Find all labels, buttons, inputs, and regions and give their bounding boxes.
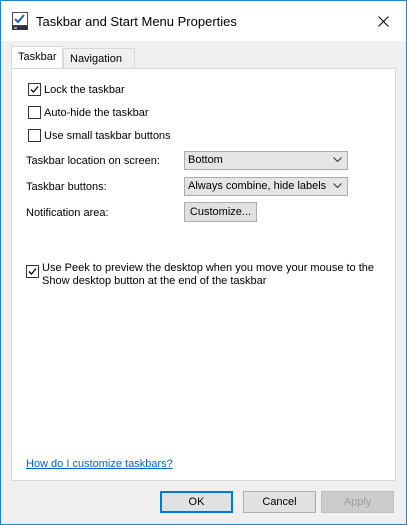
notification-area-label: Notification area: bbox=[26, 207, 109, 219]
taskbar-buttons-value: Always combine, hide labels bbox=[188, 180, 327, 192]
chevron-down-icon bbox=[333, 157, 342, 163]
peek-label-line1: Use Peek to preview the desktop when you… bbox=[42, 262, 375, 274]
peek-label-line2: Show desktop button at the end of the ta… bbox=[42, 275, 267, 287]
taskbar-buttons-select[interactable]: Always combine, hide labels bbox=[184, 177, 348, 196]
lock-taskbar-checkbox[interactable] bbox=[28, 83, 41, 96]
ok-button[interactable]: OK bbox=[160, 491, 233, 513]
customize-button[interactable]: Customize... bbox=[184, 202, 257, 222]
peek-checkbox[interactable] bbox=[26, 265, 39, 278]
close-button[interactable] bbox=[360, 1, 406, 41]
checkmark-icon bbox=[30, 86, 39, 93]
tab-taskbar[interactable]: Taskbar bbox=[11, 46, 63, 68]
peek-option[interactable]: Use Peek to preview the desktop when you… bbox=[26, 262, 381, 288]
taskbar-app-icon bbox=[12, 12, 28, 30]
cancel-button[interactable]: Cancel bbox=[243, 491, 316, 513]
small-buttons-label: Use small taskbar buttons bbox=[44, 129, 171, 142]
lock-taskbar-label: Lock the taskbar bbox=[44, 83, 125, 96]
small-buttons-checkbox[interactable] bbox=[28, 129, 41, 142]
tab-navigation[interactable]: Navigation bbox=[63, 48, 135, 68]
auto-hide-checkbox[interactable] bbox=[28, 106, 41, 119]
location-select[interactable]: Bottom bbox=[184, 151, 348, 170]
checkmark-icon bbox=[28, 268, 37, 275]
window-title: Taskbar and Start Menu Properties bbox=[36, 14, 237, 29]
help-link[interactable]: How do I customize taskbars? bbox=[26, 458, 173, 470]
small-buttons-option[interactable]: Use small taskbar buttons bbox=[28, 129, 171, 142]
auto-hide-label: Auto-hide the taskbar bbox=[44, 106, 149, 119]
properties-dialog: Taskbar and Start Menu Properties Taskba… bbox=[0, 0, 407, 525]
location-label: Taskbar location on screen: bbox=[26, 155, 160, 167]
auto-hide-option[interactable]: Auto-hide the taskbar bbox=[28, 106, 149, 119]
location-value: Bottom bbox=[188, 154, 223, 166]
taskbar-buttons-label: Taskbar buttons: bbox=[26, 181, 107, 193]
close-icon bbox=[377, 15, 389, 27]
apply-button[interactable]: Apply bbox=[321, 491, 394, 513]
tab-panel: Lock the taskbar Auto-hide the taskbar U… bbox=[11, 68, 396, 481]
chevron-down-icon bbox=[333, 183, 342, 189]
lock-taskbar-option[interactable]: Lock the taskbar bbox=[28, 83, 125, 96]
title-bar: Taskbar and Start Menu Properties bbox=[1, 1, 406, 41]
peek-label: Use Peek to preview the desktop when you… bbox=[42, 262, 374, 288]
